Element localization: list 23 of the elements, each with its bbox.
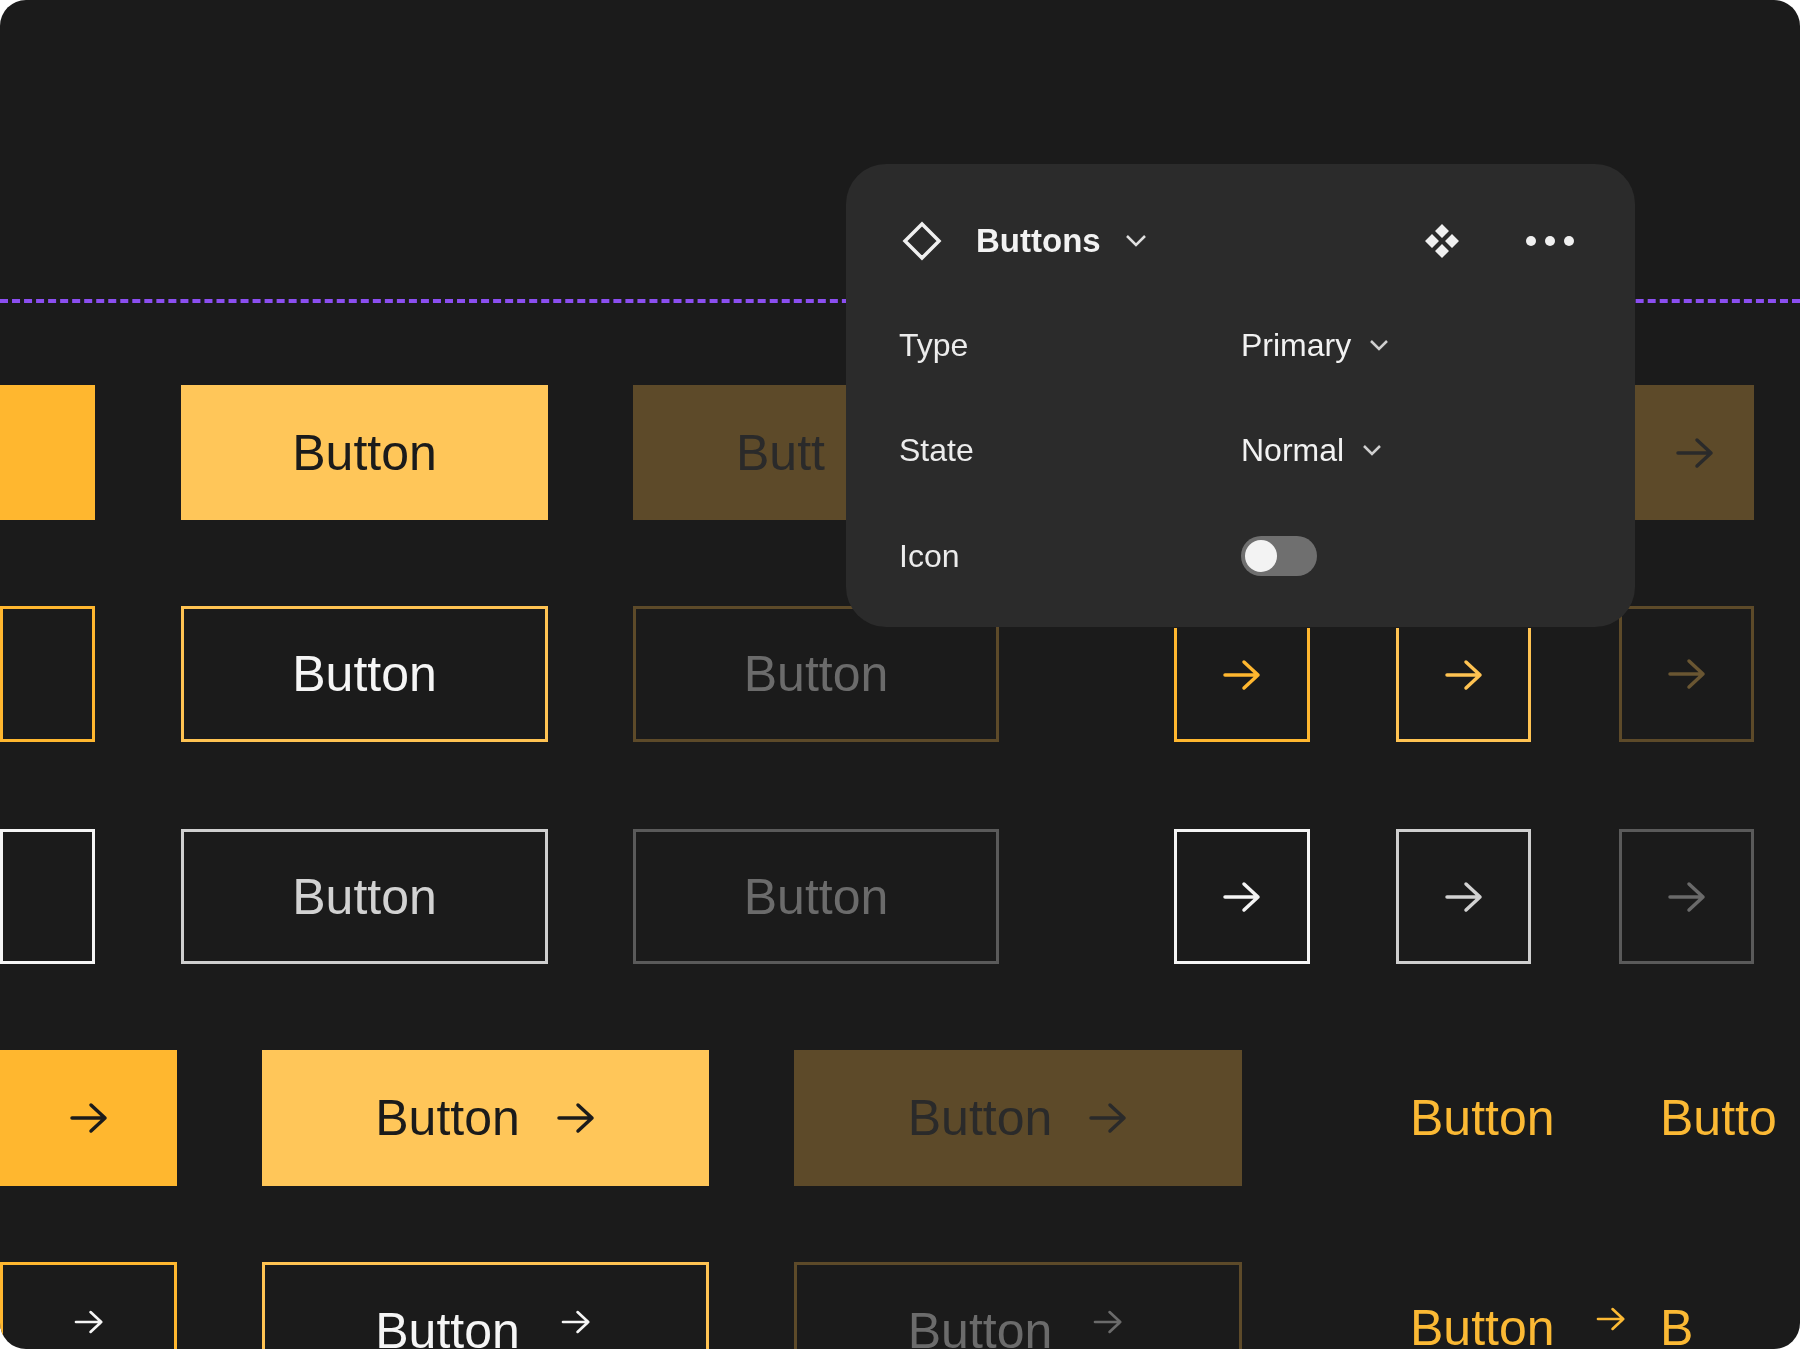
property-dropdown[interactable]: Normal <box>1241 426 1383 474</box>
chevron-down-icon <box>1124 234 1147 248</box>
button[interactable]: Button <box>181 829 548 964</box>
button[interactable]: Button <box>262 1262 709 1349</box>
button[interactable]: Button <box>181 606 548 742</box>
component-title-dropdown[interactable]: Buttons <box>976 216 1147 266</box>
text-button[interactable]: B <box>1660 1262 1800 1349</box>
component-instances-icon[interactable] <box>1423 222 1461 260</box>
text-button[interactable]: Butto <box>1660 1050 1800 1186</box>
text-button[interactable]: Button <box>1410 1050 1660 1186</box>
property-label: Icon <box>899 537 961 576</box>
text-button[interactable]: Button <box>1410 1262 1660 1349</box>
property-label: State <box>899 431 975 470</box>
more-options-icon[interactable] <box>1525 234 1575 248</box>
chevron-down-icon <box>1362 444 1383 456</box>
icon-button[interactable] <box>0 606 95 742</box>
button[interactable]: Button <box>262 1050 709 1186</box>
property-label: Type <box>899 326 970 365</box>
component-diamond-icon <box>902 221 942 261</box>
button[interactable]: Button <box>181 385 548 520</box>
toggle-switch[interactable] <box>1241 536 1317 576</box>
chevron-down-icon <box>1369 339 1390 351</box>
property-dropdown[interactable]: Primary <box>1241 321 1390 369</box>
